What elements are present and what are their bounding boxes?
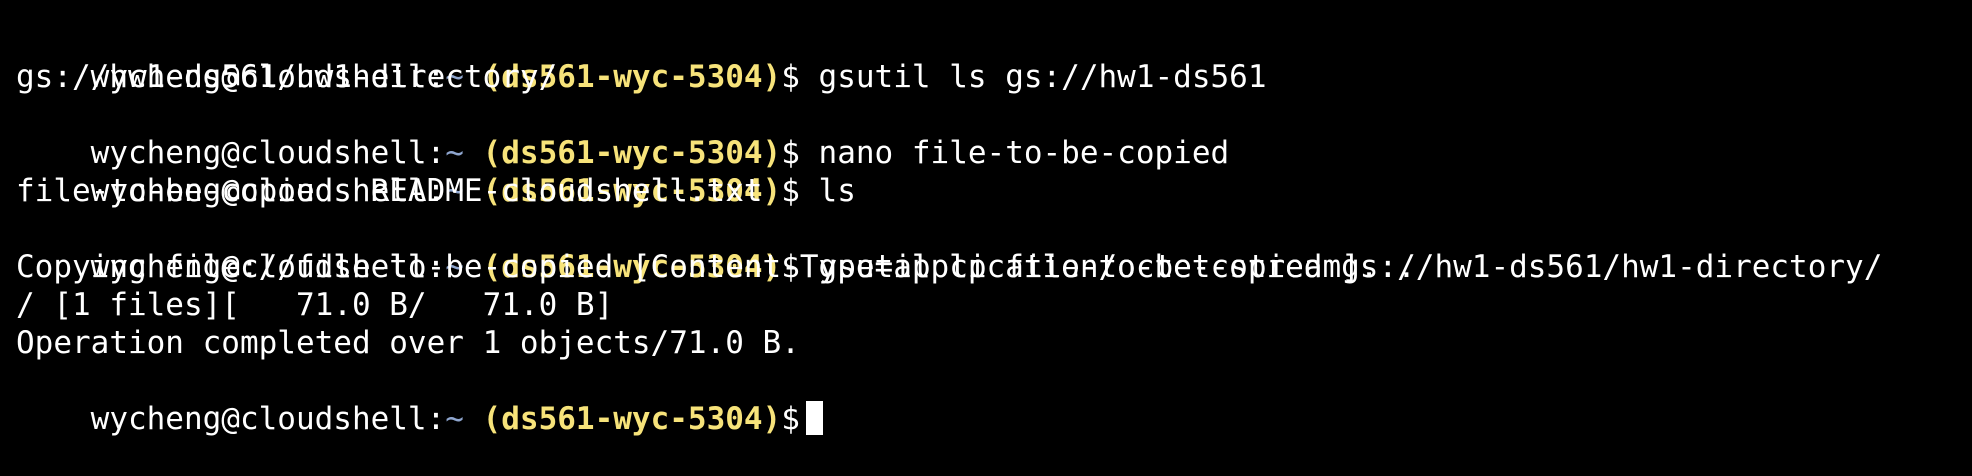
prompt-line: wycheng@cloudshell:~ (ds561-wyc-5304)$ g… <box>16 210 1972 285</box>
command-text: gsutil ls gs://hw1-ds561 <box>799 59 1267 95</box>
command-text: nano file-to-be-copied <box>799 135 1230 171</box>
prompt-project: (ds561-wyc-5304) <box>463 135 782 171</box>
prompt-symbol: $ <box>781 401 800 437</box>
prompt-user-host: wycheng@cloudshell: <box>90 401 446 437</box>
terminal-window[interactable]: wycheng@cloudshell:~ (ds561-wyc-5304)$ g… <box>0 0 1972 437</box>
output-line: / [1 files][ 71.0 B/ 71.0 B] <box>16 287 614 323</box>
prompt-directory: ~ <box>445 401 464 437</box>
active-prompt-line[interactable]: wycheng@cloudshell:~ (ds561-wyc-5304)$ <box>16 362 1972 437</box>
text-cursor[interactable] <box>805 401 823 435</box>
prompt-line: wycheng@cloudshell:~ (ds561-wyc-5304)$ g… <box>16 20 1972 95</box>
command-text: ls <box>799 173 856 209</box>
prompt-project: (ds561-wyc-5304) <box>463 401 782 437</box>
output-line: Operation completed over 1 objects/71.0 … <box>16 325 800 361</box>
prompt-user-host: wycheng@cloudshell: <box>90 135 446 171</box>
prompt-symbol: $ <box>781 59 800 95</box>
output-line: file-to-be-copied README-cloudshell.txt <box>16 173 763 209</box>
prompt-directory: ~ <box>445 135 464 171</box>
prompt-line: wycheng@cloudshell:~ (ds561-wyc-5304)$ n… <box>16 96 1972 171</box>
prompt-symbol: $ <box>781 135 800 171</box>
prompt-symbol: $ <box>781 173 800 209</box>
